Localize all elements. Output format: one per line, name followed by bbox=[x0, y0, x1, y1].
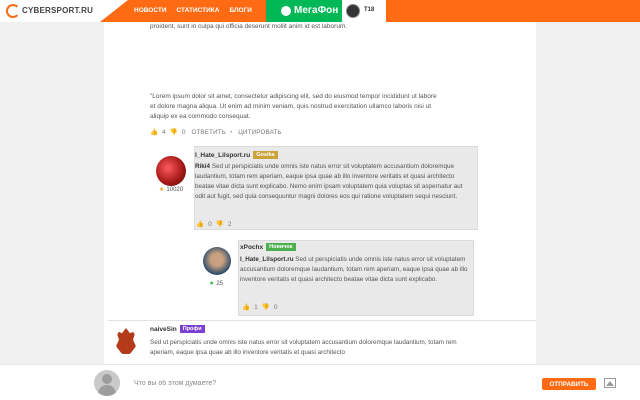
avatar[interactable] bbox=[112, 326, 140, 356]
like-icon[interactable]: 👍 bbox=[242, 303, 250, 311]
nav-item-stats[interactable]: СТАТИСТИКА bbox=[177, 7, 220, 14]
comment-text: Riki4 Sed ut perspiciatis unde omnis ist… bbox=[195, 162, 471, 202]
comment-actions: 👍 1 👎 0 bbox=[242, 303, 278, 312]
status-badge: Gosika bbox=[253, 151, 278, 159]
star-icon: ★ bbox=[209, 281, 215, 287]
user-avatar-placeholder bbox=[94, 370, 120, 396]
user-menu[interactable]: T18 bbox=[342, 0, 386, 22]
comment-author: naiveSin Профи bbox=[150, 325, 205, 333]
user-rating: ★ 10020 bbox=[159, 186, 184, 194]
reply-addressee[interactable]: I_Hate_Lilsport.ru bbox=[240, 256, 294, 263]
post-text-main: "Lorem ipsum dolor sit amet, consectetur… bbox=[150, 93, 437, 120]
dislike-count: 0 bbox=[273, 303, 278, 311]
comment-text: I_Hate_Lilsport.ru Sed ut perspiciatis u… bbox=[240, 255, 470, 285]
dislike-count: 2 bbox=[227, 220, 232, 228]
like-count: 1 bbox=[254, 303, 258, 311]
star-icon: ★ bbox=[159, 187, 165, 193]
comment-author: I_Hate_Lilsport.ru Gosika bbox=[195, 151, 278, 159]
avatar bbox=[346, 4, 360, 18]
username[interactable]: naiveSin bbox=[150, 326, 177, 333]
avatar[interactable] bbox=[203, 247, 231, 275]
rating-value: 25 bbox=[216, 280, 224, 287]
nav-item-blogs[interactable]: БЛОГИ bbox=[229, 7, 251, 14]
left-gutter bbox=[0, 22, 104, 400]
reply-button[interactable]: ОТВЕТИТЬ bbox=[191, 129, 226, 136]
user-level: T18 bbox=[364, 7, 375, 13]
dislike-icon[interactable]: 👎 bbox=[216, 220, 224, 228]
like-count: 0 bbox=[208, 220, 212, 228]
logo-icon bbox=[6, 4, 20, 18]
comment-body: Sed ut perspiciatis unde omnis iste natu… bbox=[195, 163, 463, 200]
main-nav: НОВОСТИ СТАТИСТИКА БЛОГИ bbox=[134, 7, 252, 14]
send-button[interactable]: ОТПРАВИТЬ bbox=[542, 378, 596, 390]
like-icon[interactable]: 👍 bbox=[196, 220, 204, 228]
status-badge: Новичок bbox=[266, 243, 296, 251]
post-text-top: proident, sunt in culpa qui officia dese… bbox=[150, 23, 348, 30]
reply-addressee[interactable]: Riki4 bbox=[195, 163, 210, 170]
user-rating: ★ 25 bbox=[209, 280, 224, 288]
dislike-icon[interactable]: 👎 bbox=[170, 128, 178, 136]
divider bbox=[108, 320, 536, 321]
dislike-count: 0 bbox=[181, 128, 186, 136]
avatar[interactable] bbox=[156, 156, 186, 186]
separator-dot: • bbox=[229, 128, 233, 136]
megafon-icon bbox=[281, 6, 291, 16]
sponsor-text: МегаФон bbox=[294, 5, 339, 16]
sponsor-banner[interactable]: МегаФон bbox=[266, 0, 342, 22]
username[interactable]: I_Hate_Lilsport.ru bbox=[195, 152, 250, 159]
username[interactable]: xPochx bbox=[240, 244, 263, 251]
post-actions: 👍 4 👎 0 ОТВЕТИТЬ • ЦИТИРОВАТЬ bbox=[150, 128, 282, 137]
comment-author: xPochx Новичок bbox=[240, 243, 296, 251]
nav-item-news[interactable]: НОВОСТИ bbox=[134, 7, 167, 14]
comment-body: Sed ut perspiciatis unde omnis iste natu… bbox=[150, 339, 457, 356]
right-gutter bbox=[536, 22, 640, 400]
comment-input[interactable] bbox=[134, 377, 524, 389]
header-slant bbox=[100, 0, 128, 22]
comment-actions: 👍 0 👎 2 bbox=[196, 220, 232, 229]
quote-button[interactable]: ЦИТИРОВАТЬ bbox=[238, 129, 281, 136]
dislike-icon[interactable]: 👎 bbox=[262, 303, 270, 311]
rating-value: 10020 bbox=[166, 186, 184, 193]
status-badge: Профи bbox=[179, 325, 205, 333]
logo-text: CYBERSPORT.RU bbox=[22, 6, 94, 15]
like-icon[interactable]: 👍 bbox=[150, 128, 158, 136]
comment-text: Sed ut perspiciatis unde omnis iste natu… bbox=[150, 338, 480, 358]
top-header: CYBERSPORT.RU НОВОСТИ СТАТИСТИКА БЛОГИ М… bbox=[0, 0, 640, 22]
like-count: 4 bbox=[162, 128, 166, 136]
image-icon[interactable] bbox=[604, 378, 616, 388]
